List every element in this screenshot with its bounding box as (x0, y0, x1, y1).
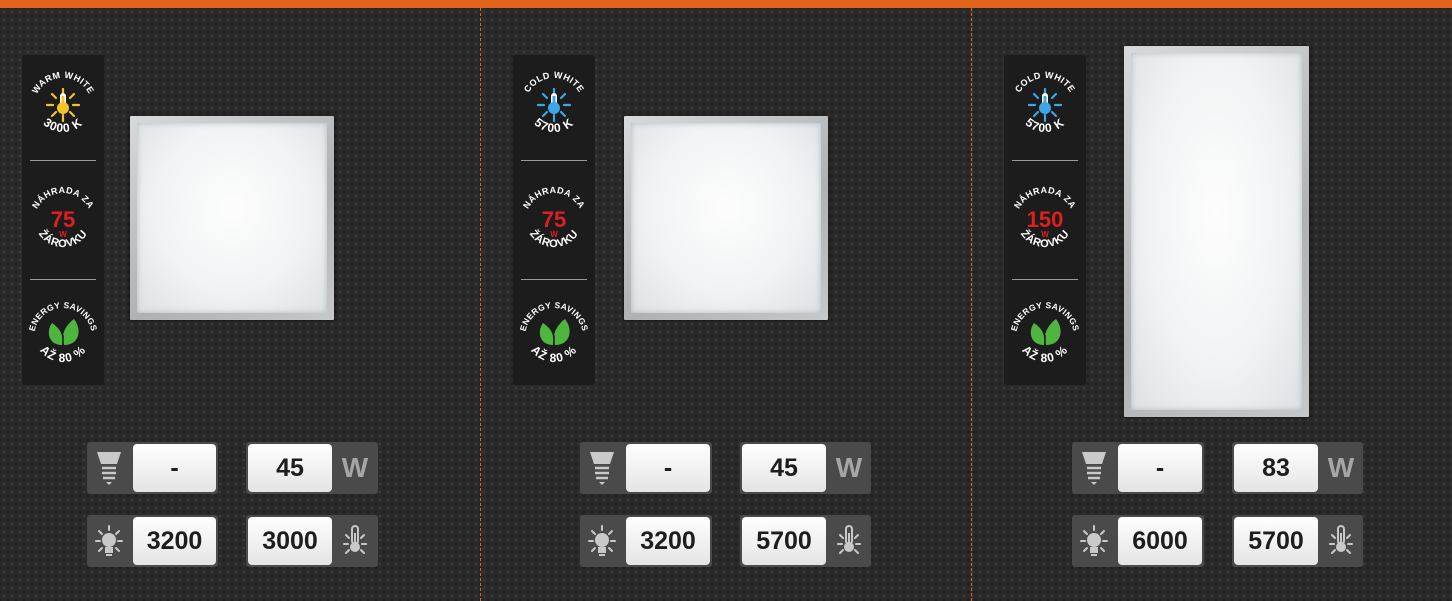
temperature-badge: COLD WHITE 5700 K (513, 55, 595, 155)
product-card[interactable]: COLD WHITE 5700 K (973, 8, 1452, 601)
badge-separator (1012, 160, 1078, 161)
power-unit: W (341, 452, 369, 483)
color-temperature-value: 5700 (1234, 517, 1318, 565)
light-bulb-icon (580, 515, 624, 567)
leaf-icon (539, 319, 570, 346)
led-panel-image (1124, 46, 1309, 417)
replacement-badge-graphic: NÁHRADA ZA 150 W ŽÁROVKU (1012, 185, 1077, 250)
power-value: 83 (1234, 444, 1318, 492)
power-spec: 45 W (246, 442, 378, 494)
replacement-badge: NÁHRADA ZA 150 W ŽÁROVKU (1004, 170, 1086, 270)
replacement-badge: NÁHRADA ZA 75 W ŽÁROVKU (513, 170, 595, 270)
badge-separator (521, 279, 587, 280)
bulb-equivalent-value: - (626, 444, 710, 492)
power-unit: W (1327, 452, 1355, 483)
bulb-equivalent-value: - (1118, 444, 1202, 492)
badge-strip: COLD WHITE 5700 K (1004, 55, 1086, 385)
temperature-badge-graphic: WARM WHITE 3000 K (30, 70, 96, 135)
temperature-badge: COLD WHITE 5700 K (1004, 55, 1086, 155)
replacement-watts: 75 (51, 207, 75, 232)
color-temperature-spec: 3000 (246, 515, 378, 567)
lumen-spec: 3200 (87, 515, 218, 567)
energy-badge-graphic: ENERGY SAVINGS AŽ 80 % (27, 300, 100, 365)
led-panel-image (130, 116, 334, 320)
temperature-badge-graphic: COLD WHITE 5700 K (522, 70, 586, 135)
bulb-base-icon (87, 442, 131, 494)
column-divider (480, 8, 481, 601)
lumen-spec: 6000 (1072, 515, 1204, 567)
leaf-icon (1030, 319, 1061, 346)
thermometer-icon (828, 515, 870, 567)
energy-label: ENERGY SAVINGS (518, 300, 590, 332)
replacement-watts: 150 (1027, 207, 1064, 232)
badge-separator (30, 279, 96, 280)
led-panel-image (624, 116, 828, 320)
lumen-value: 6000 (1118, 517, 1202, 565)
replacement-unit: W (59, 230, 67, 239)
temperature-badge-graphic: COLD WHITE 5700 K (1013, 70, 1077, 135)
bulb-equivalent-spec: - (87, 442, 218, 494)
orange-top-bar (0, 0, 1452, 8)
thermometer-icon (334, 515, 376, 567)
badge-separator (1012, 279, 1078, 280)
column-divider (971, 8, 972, 601)
energy-badge: ENERGY SAVINGS AŽ 80 % (22, 285, 104, 385)
product-card[interactable]: WARM WHITE 3000 K NÁHRADA ZA 75 W ŽÁROVK… (0, 8, 480, 601)
power-value: 45 (248, 444, 332, 492)
bulb-icon (45, 87, 81, 123)
svg-text:ENERGY SAVINGS: ENERGY SAVINGS (1009, 300, 1082, 332)
badge-strip: WARM WHITE 3000 K NÁHRADA ZA 75 W ŽÁROVK… (22, 55, 104, 385)
power-value: 45 (742, 444, 826, 492)
energy-label: ENERGY SAVINGS (27, 300, 99, 332)
badge-separator (521, 160, 587, 161)
replacement-unit: W (1041, 230, 1049, 239)
badge-strip: COLD WHITE 5700 K (513, 55, 595, 385)
color-temperature-spec: 5700 (1232, 515, 1363, 567)
lumen-value: 3200 (133, 517, 216, 565)
color-temperature-spec: 5700 (740, 515, 871, 567)
bulb-equivalent-spec: - (1072, 442, 1204, 494)
replacement-watts: 75 (542, 207, 566, 232)
temperature-badge: WARM WHITE 3000 K (22, 55, 104, 155)
svg-text:ENERGY SAVINGS: ENERGY SAVINGS (27, 300, 100, 332)
color-temperature-value: 5700 (742, 517, 826, 565)
thermometer-icon (1320, 515, 1362, 567)
light-bulb-icon (87, 515, 131, 567)
bulb-base-icon (1072, 442, 1116, 494)
bulb-equivalent-spec: - (580, 442, 712, 494)
leaf-icon (48, 319, 79, 346)
color-temperature-value: 3000 (248, 517, 332, 565)
replacement-badge-graphic: NÁHRADA ZA 75 W ŽÁROVKU (30, 185, 95, 250)
light-bulb-icon (1072, 515, 1116, 567)
bulb-equivalent-value: - (133, 444, 216, 492)
power-unit: W (835, 452, 863, 483)
energy-badge: ENERGY SAVINGS AŽ 80 % (1004, 285, 1086, 385)
svg-text:ENERGY SAVINGS: ENERGY SAVINGS (518, 300, 591, 332)
replacement-unit: W (550, 230, 558, 239)
energy-badge-graphic: ENERGY SAVINGS AŽ 80 % (1009, 300, 1082, 365)
replacement-badge-graphic: NÁHRADA ZA 75 W ŽÁROVKU (521, 185, 586, 250)
product-card[interactable]: COLD WHITE 5700 K (482, 8, 970, 601)
lumen-value: 3200 (626, 517, 710, 565)
lumen-spec: 3200 (580, 515, 712, 567)
bulb-icon (1027, 87, 1063, 123)
bulb-icon (536, 87, 572, 123)
power-spec: 45 W (740, 442, 871, 494)
badge-separator (30, 160, 96, 161)
energy-badge-graphic: ENERGY SAVINGS AŽ 80 % (518, 300, 591, 365)
power-spec: 83 W (1232, 442, 1363, 494)
energy-badge: ENERGY SAVINGS AŽ 80 % (513, 285, 595, 385)
replacement-badge: NÁHRADA ZA 75 W ŽÁROVKU (22, 170, 104, 270)
energy-label: ENERGY SAVINGS (1009, 300, 1081, 332)
bulb-base-icon (580, 442, 624, 494)
